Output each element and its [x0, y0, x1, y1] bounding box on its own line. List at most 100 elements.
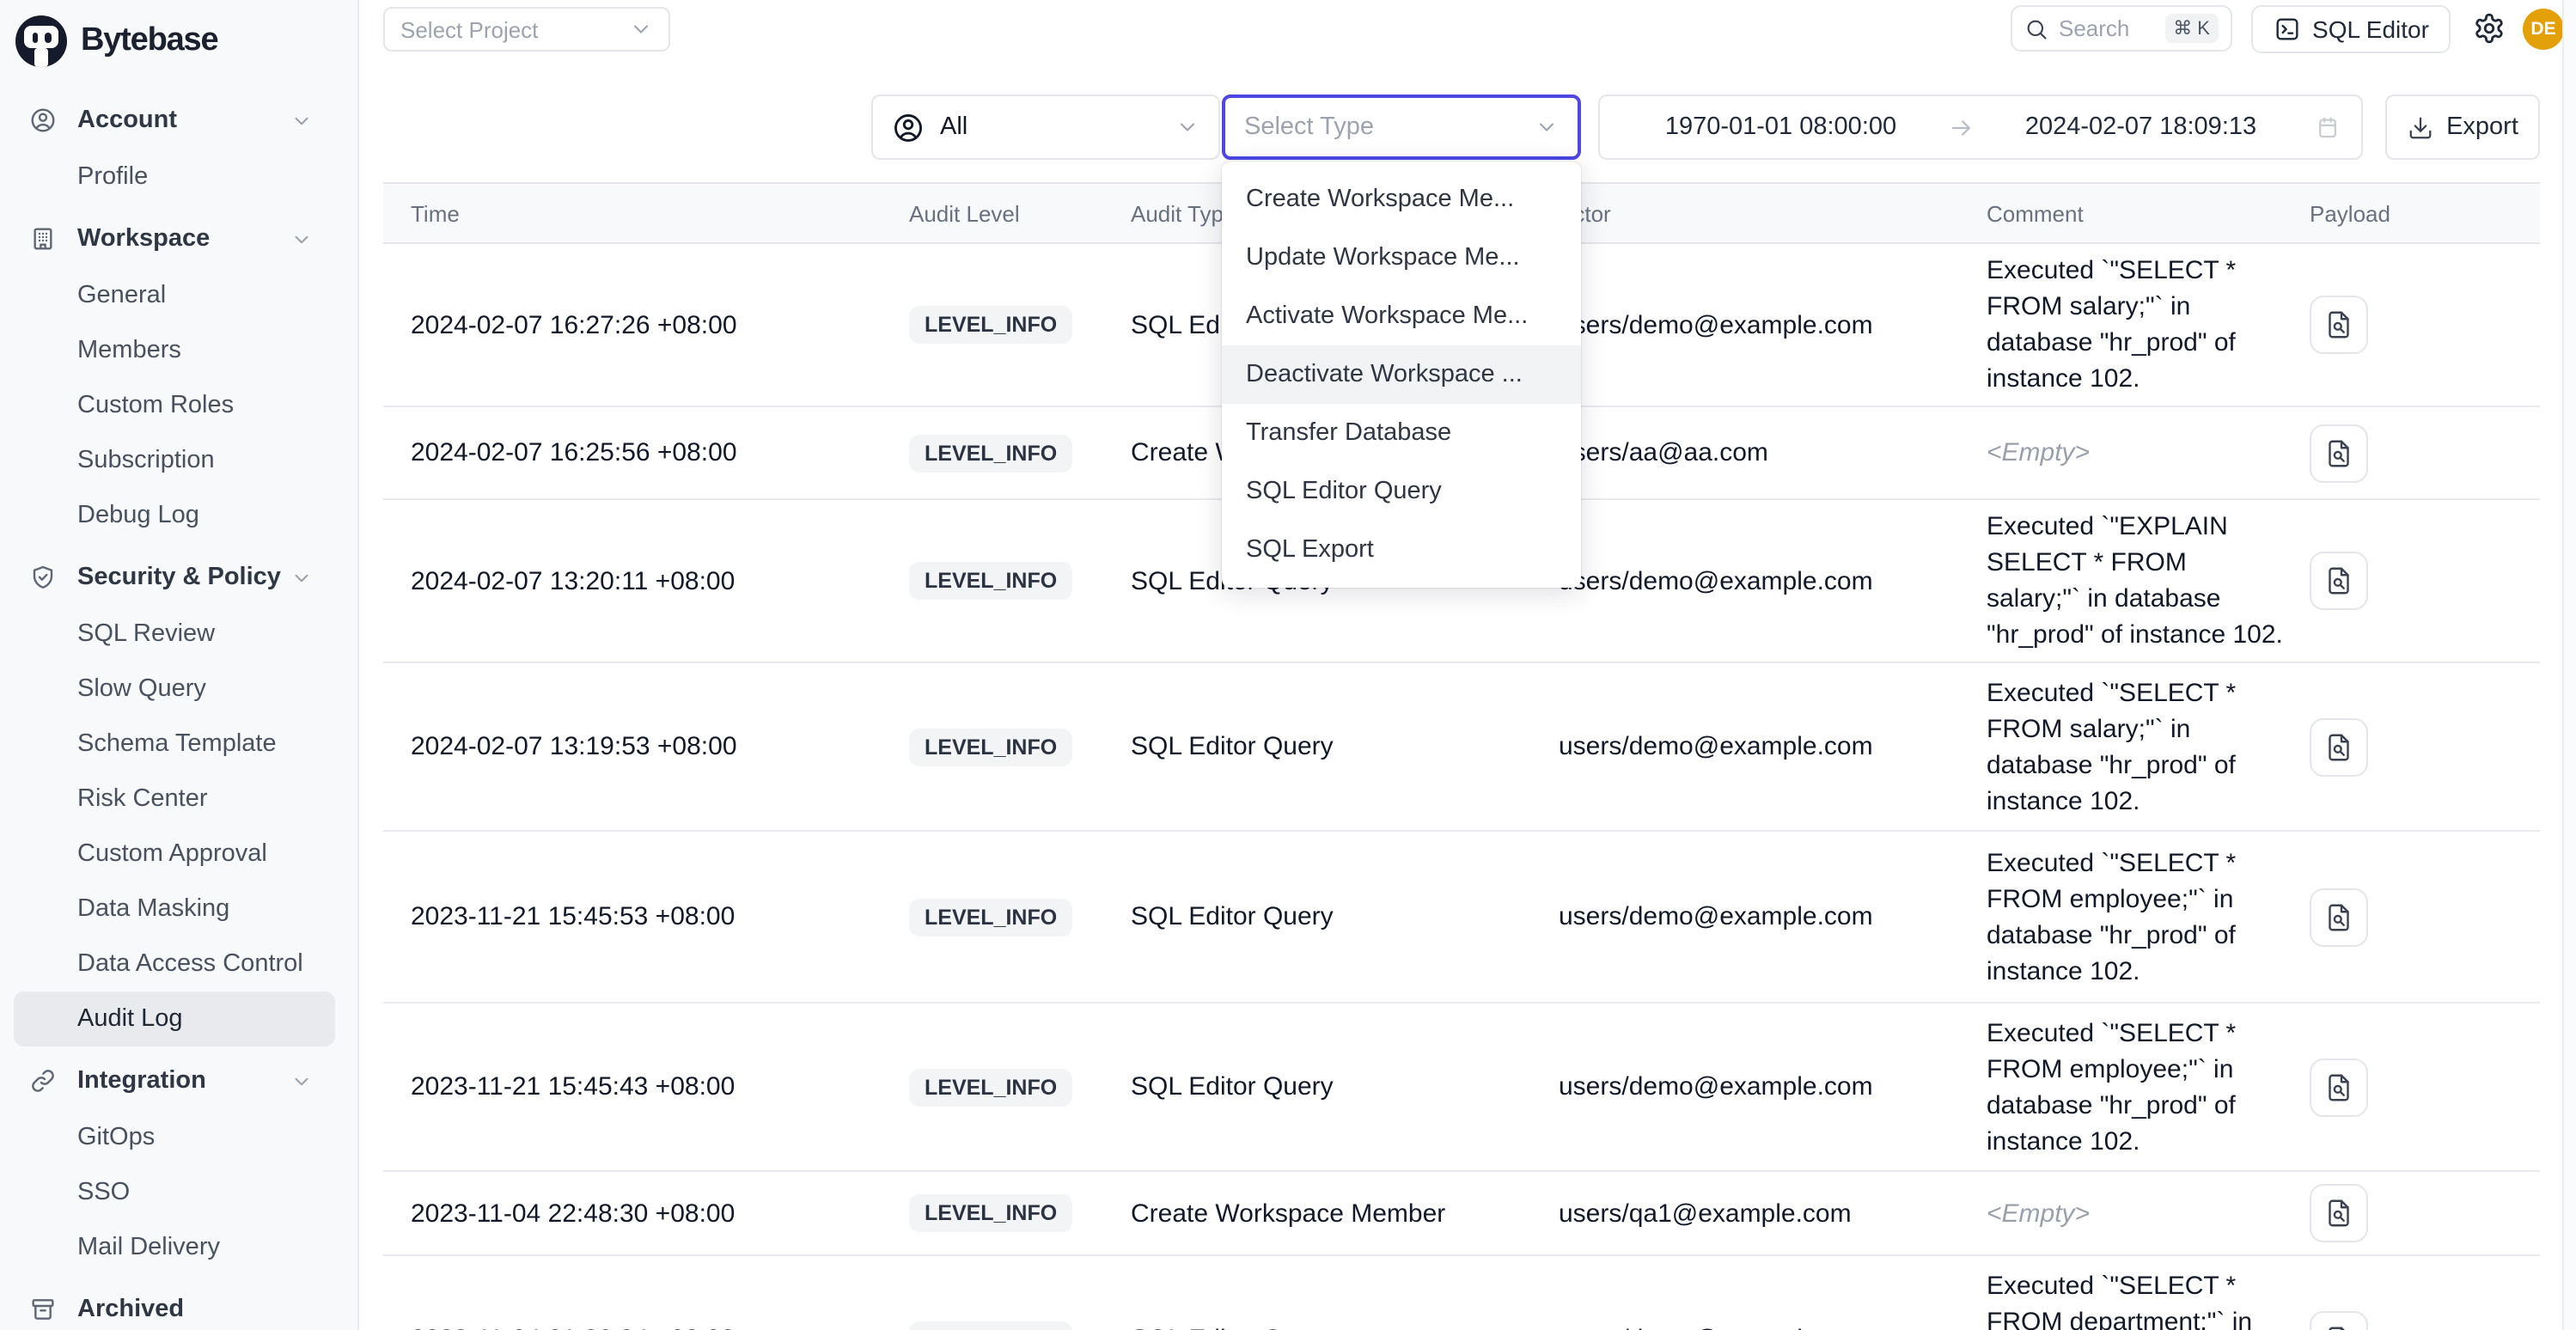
sidebar-item-archived[interactable]: Archived [14, 1280, 335, 1330]
chevron-down-icon [290, 109, 313, 131]
file-search-icon [2323, 309, 2354, 340]
gear-icon[interactable] [2473, 12, 2506, 45]
sidebar-item-gitops[interactable]: GitOps [14, 1110, 335, 1165]
audit-type-menu: Create Workspace Me...Update Workspace M… [1222, 162, 1581, 588]
payload-view-button[interactable] [2310, 717, 2368, 776]
sidebar-item-slow-query[interactable]: Slow Query [14, 662, 335, 717]
sidebar-item-general[interactable]: General [14, 268, 335, 323]
cell-time: 2023-11-04 21:26:34 +08:00 [411, 1325, 909, 1330]
bytebase-logo-icon [15, 15, 67, 67]
sidebar-item-label: Data Masking [77, 895, 313, 923]
sidebar-item-subscription[interactable]: Subscription [14, 433, 335, 488]
audit-log-row: 2023-11-04 22:48:30 +08:00LEVEL_INFOCrea… [383, 1172, 2540, 1256]
payload-view-button[interactable] [2310, 552, 2368, 610]
download-icon [2407, 114, 2433, 140]
sidebar-item-label: Custom Approval [77, 840, 313, 868]
sidebar-item-integration[interactable]: Integration [14, 1052, 335, 1110]
sidebar-item-sql-review[interactable]: SQL Review [14, 607, 335, 662]
sidebar-item-profile[interactable]: Profile [14, 149, 335, 204]
sidebar-item-custom-roles[interactable]: Custom Roles [14, 378, 335, 433]
payload-view-button[interactable] [2310, 888, 2368, 946]
payload-view-button[interactable] [2310, 296, 2368, 354]
payload-view-button[interactable] [2310, 1058, 2368, 1116]
payload-view-button[interactable] [2310, 1184, 2368, 1242]
audit-log-row: 2023-11-21 15:45:43 +08:00LEVEL_INFOSQL … [383, 1004, 2540, 1172]
sidebar-item-label: Schema Template [77, 730, 313, 758]
sidebar-item-risk-center[interactable]: Risk Center [14, 772, 335, 827]
sidebar-item-mail-delivery[interactable]: Mail Delivery [14, 1220, 335, 1275]
file-search-icon [2323, 1071, 2354, 1102]
user-circle-icon [29, 107, 57, 134]
calendar-icon[interactable] [2315, 114, 2341, 140]
arrow-right-icon [1948, 114, 1974, 140]
chevron-down-icon [1175, 115, 1199, 139]
sidebar-item-sso[interactable]: SSO [14, 1165, 335, 1220]
sidebar-item-account[interactable]: Account [14, 91, 335, 149]
page-scrollbar[interactable] [2562, 0, 2576, 1330]
project-select-placeholder: Select Project [400, 16, 629, 42]
date-to-value[interactable]: 2024-02-07 18:09:13 [1981, 113, 2301, 141]
project-select[interactable]: Select Project [383, 7, 670, 52]
chevron-down-icon [290, 1070, 313, 1092]
cell-audit-level: LEVEL_INFO [909, 898, 1131, 936]
sidebar-item-label: General [77, 282, 313, 309]
type-menu-item[interactable]: SQL Export [1222, 521, 1581, 579]
sidebar-item-data-access-control[interactable]: Data Access Control [14, 936, 335, 991]
date-range-picker[interactable]: 1970-01-01 08:00:00 2024-02-07 18:09:13 [1598, 95, 2363, 160]
type-menu-item[interactable]: Activate Workspace Me... [1222, 287, 1581, 345]
sidebar-item-security-policy[interactable]: Security & Policy [14, 548, 335, 607]
actor-scope-value: All [940, 113, 1175, 141]
audit-level-badge: LEVEL_INFO [909, 434, 1072, 472]
column-header-payload: Payload [2310, 200, 2540, 226]
audit-level-badge: LEVEL_INFO [909, 306, 1072, 344]
sidebar-item-label: Data Access Control [77, 950, 313, 978]
search-input[interactable]: Search ⌘ K [2011, 5, 2232, 52]
cell-time: 2023-11-21 15:45:53 +08:00 [411, 902, 909, 931]
sidebar-nav: AccountProfileWorkspaceGeneralMembersCus… [0, 76, 357, 1330]
sidebar-item-schema-template[interactable]: Schema Template [14, 717, 335, 772]
file-search-icon [2323, 1324, 2354, 1330]
cell-audit-level: LEVEL_INFO [909, 1068, 1131, 1106]
cell-payload [2310, 552, 2540, 610]
cell-actor: users/qa1@example.com [1559, 1199, 1987, 1228]
sidebar-item-debug-log[interactable]: Debug Log [14, 488, 335, 543]
type-menu-item[interactable]: Deactivate Workspace ... [1222, 345, 1581, 404]
sidebar-item-data-masking[interactable]: Data Masking [14, 882, 335, 936]
chevron-down-icon [1535, 115, 1559, 139]
sidebar-item-audit-log[interactable]: Audit Log [14, 991, 335, 1046]
sidebar-item-workspace[interactable]: Workspace [14, 210, 335, 268]
bytebase-logo[interactable]: Bytebase [0, 0, 357, 76]
date-from-value[interactable]: 1970-01-01 08:00:00 [1621, 113, 1941, 141]
sidebar-item-label: Audit Log [77, 1005, 313, 1033]
type-menu-item[interactable]: Transfer Database [1222, 404, 1581, 462]
cell-time: 2024-02-07 13:19:53 +08:00 [411, 732, 909, 761]
sidebar-item-label: Subscription [77, 447, 313, 474]
sidebar: Bytebase AccountProfile Workspace General M… [0, 0, 359, 1330]
audit-type-placeholder: Select Type [1244, 113, 1535, 141]
type-menu-item[interactable]: Create Workspace Me... [1222, 170, 1581, 229]
audit-level-badge: LEVEL_INFO [909, 562, 1072, 600]
file-search-icon [2323, 437, 2354, 468]
payload-view-button[interactable] [2310, 424, 2368, 482]
payload-view-button[interactable] [2310, 1310, 2368, 1330]
main-content: Select Project Search ⌘ K SQL Editor DE … [359, 0, 2576, 1330]
cell-actor: users/aa@aa.com [1559, 438, 1987, 467]
actor-scope-select[interactable]: All [871, 95, 1220, 160]
audit-type-select[interactable]: Select Type [1222, 95, 1581, 160]
cell-comment: <Empty> [1987, 426, 2310, 479]
sidebar-item-members[interactable]: Members [14, 323, 335, 378]
cell-payload [2310, 717, 2540, 776]
column-header-comment: Comment [1987, 200, 2310, 226]
type-menu-item[interactable]: Update Workspace Me... [1222, 229, 1581, 287]
avatar[interactable]: DE [2523, 9, 2564, 50]
type-menu-item[interactable]: SQL Editor Query [1222, 462, 1581, 521]
export-button[interactable]: Export [2385, 95, 2540, 160]
sql-editor-button[interactable]: SQL Editor [2251, 5, 2451, 53]
chevron-down-icon [290, 566, 313, 589]
cell-comment: Executed `"SELECT * FROM salary;"` in da… [1987, 244, 2310, 406]
column-header-time: Time [411, 200, 909, 226]
search-shortcut-badge: ⌘ K [2164, 14, 2219, 43]
sidebar-item-custom-approval[interactable]: Custom Approval [14, 827, 335, 882]
cell-audit-level: LEVEL_INFO [909, 1321, 1131, 1330]
cell-actor: users/demo@example.com [1559, 902, 1987, 931]
